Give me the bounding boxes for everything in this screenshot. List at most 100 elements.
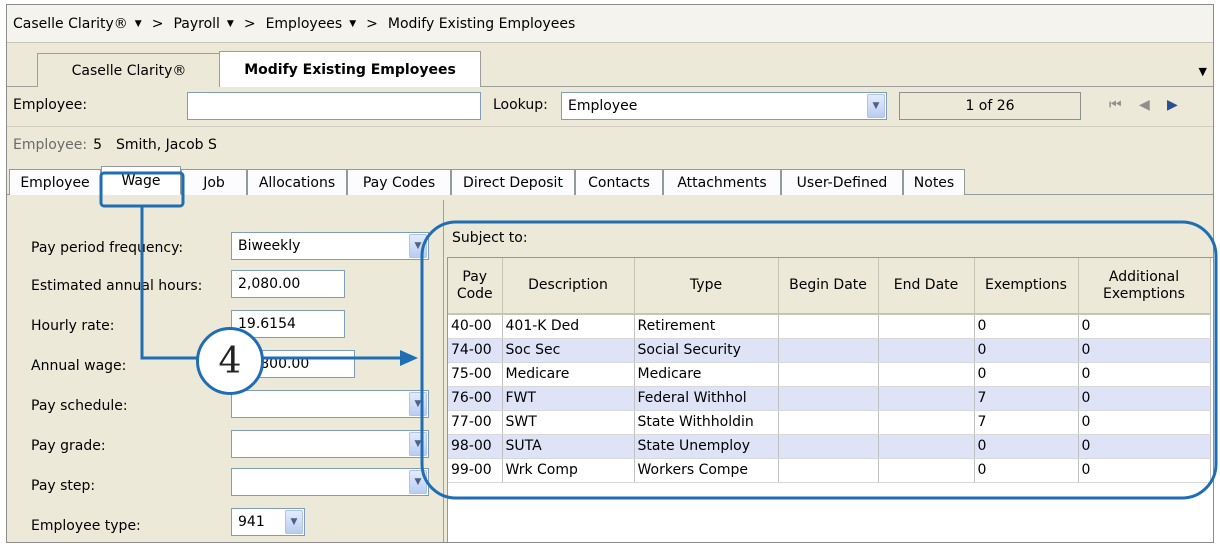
cell-exemptions[interactable]: 0: [974, 362, 1079, 387]
table-row[interactable]: 40-00 401-K Ded Retirement 0 0: [448, 314, 1211, 339]
tab-modify-existing-employees[interactable]: Modify Existing Employees: [219, 51, 481, 87]
cell-additional-exemptions[interactable]: 0: [1078, 458, 1211, 483]
table-row[interactable]: 76-00 FWT Federal Withhol 7 0: [448, 386, 1211, 411]
cell-exemptions[interactable]: 7: [974, 410, 1079, 435]
cell-exemptions[interactable]: 7: [974, 386, 1079, 411]
chevron-down-icon[interactable]: ▼: [409, 392, 427, 416]
chevron-down-icon[interactable]: ▼: [867, 94, 885, 118]
cell-type[interactable]: Workers Compe: [634, 458, 779, 483]
cell-pay-code[interactable]: 40-00: [448, 314, 503, 339]
breadcrumb-item-payroll[interactable]: Payroll: [173, 16, 219, 32]
first-record-icon[interactable]: ⏮: [1109, 97, 1122, 113]
chevron-down-icon[interactable]: ▼: [409, 470, 427, 494]
table-row[interactable]: 74-00 Soc Sec Social Security 0 0: [448, 338, 1211, 363]
cell-begin-date[interactable]: [778, 362, 879, 387]
column-end-date[interactable]: End Date: [878, 258, 975, 315]
cell-type[interactable]: Retirement: [634, 314, 779, 339]
chevron-down-icon[interactable]: ▼: [349, 19, 356, 29]
tab-employee[interactable]: Employee: [9, 169, 101, 195]
tab-notes[interactable]: Notes: [903, 169, 965, 195]
chevron-down-icon[interactable]: ▼: [227, 19, 234, 29]
cell-description[interactable]: SWT: [502, 410, 635, 435]
cell-additional-exemptions[interactable]: 0: [1078, 314, 1211, 339]
next-record-icon[interactable]: ▶: [1167, 97, 1178, 113]
cell-begin-date[interactable]: [778, 386, 879, 411]
pay-period-frequency-select[interactable]: Biweekly ▼: [231, 232, 429, 260]
column-type[interactable]: Type: [634, 258, 779, 315]
cell-pay-code[interactable]: 75-00: [448, 362, 503, 387]
cell-additional-exemptions[interactable]: 0: [1078, 410, 1211, 435]
cell-exemptions[interactable]: 0: [974, 434, 1079, 459]
cell-end-date[interactable]: [878, 314, 975, 339]
cell-end-date[interactable]: [878, 362, 975, 387]
chevron-down-icon[interactable]: ▼: [409, 432, 427, 456]
cell-pay-code[interactable]: 99-00: [448, 458, 503, 483]
cell-begin-date[interactable]: [778, 410, 879, 435]
chevron-down-icon[interactable]: ▼: [285, 510, 303, 534]
cell-description[interactable]: FWT: [502, 386, 635, 411]
cell-type[interactable]: Social Security: [634, 338, 779, 363]
breadcrumb-item-employees[interactable]: Employees: [266, 16, 343, 32]
table-row[interactable]: 77-00 SWT State Withholdin 7 0: [448, 410, 1211, 435]
table-row[interactable]: 75-00 Medicare Medicare 0 0: [448, 362, 1211, 387]
cell-end-date[interactable]: [878, 410, 975, 435]
previous-record-icon[interactable]: ◀: [1139, 97, 1150, 113]
cell-additional-exemptions[interactable]: 0: [1078, 434, 1211, 459]
employee-input[interactable]: [187, 92, 481, 120]
cell-pay-code[interactable]: 74-00: [448, 338, 503, 363]
cell-exemptions[interactable]: 0: [974, 458, 1079, 483]
pay-grade-select[interactable]: ▼: [231, 430, 429, 458]
cell-begin-date[interactable]: [778, 338, 879, 363]
cell-type[interactable]: Medicare: [634, 362, 779, 387]
cell-additional-exemptions[interactable]: 0: [1078, 338, 1211, 363]
tab-overflow-icon[interactable]: ▼: [1199, 65, 1207, 78]
estimated-annual-hours-input[interactable]: 2,080.00: [231, 270, 345, 298]
cell-begin-date[interactable]: [778, 314, 879, 339]
cell-end-date[interactable]: [878, 458, 975, 483]
cell-pay-code[interactable]: 77-00: [448, 410, 503, 435]
column-begin-date[interactable]: Begin Date: [778, 258, 879, 315]
column-exemptions[interactable]: Exemptions: [974, 258, 1079, 315]
breadcrumb-item-modify-existing-employees[interactable]: Modify Existing Employees: [388, 16, 575, 32]
cell-description[interactable]: SUTA: [502, 434, 635, 459]
pay-step-select[interactable]: ▼: [231, 468, 429, 496]
tab-user-defined[interactable]: User-Defined: [781, 169, 903, 195]
cell-description[interactable]: Soc Sec: [502, 338, 635, 363]
cell-type[interactable]: State Unemploy: [634, 434, 779, 459]
cell-type[interactable]: Federal Withhol: [634, 386, 779, 411]
cell-exemptions[interactable]: 0: [974, 338, 1079, 363]
tab-job[interactable]: Job: [181, 169, 247, 195]
tab-pay-codes[interactable]: Pay Codes: [347, 169, 451, 195]
table-row[interactable]: 98-00 SUTA State Unemploy 0 0: [448, 434, 1211, 459]
cell-exemptions[interactable]: 0: [974, 314, 1079, 339]
cell-type[interactable]: State Withholdin: [634, 410, 779, 435]
cell-begin-date[interactable]: [778, 458, 879, 483]
cell-end-date[interactable]: [878, 338, 975, 363]
column-pay-code[interactable]: Pay Code: [448, 258, 503, 315]
cell-description[interactable]: Wrk Comp: [502, 458, 635, 483]
chevron-down-icon[interactable]: ▼: [135, 19, 142, 29]
tab-attachments[interactable]: Attachments: [663, 169, 781, 195]
column-description[interactable]: Description: [502, 258, 635, 315]
chevron-down-icon[interactable]: ▼: [409, 234, 427, 258]
pay-schedule-select[interactable]: ▼: [231, 390, 429, 418]
cell-description[interactable]: 401-K Ded: [502, 314, 635, 339]
cell-description[interactable]: Medicare: [502, 362, 635, 387]
cell-additional-exemptions[interactable]: 0: [1078, 386, 1211, 411]
lookup-select[interactable]: Employee ▼: [561, 92, 887, 120]
cell-pay-code[interactable]: 98-00: [448, 434, 503, 459]
cell-end-date[interactable]: [878, 434, 975, 459]
employee-type-select[interactable]: 941 ▼: [231, 508, 305, 536]
tab-allocations[interactable]: Allocations: [247, 169, 347, 195]
breadcrumb-item-caselle[interactable]: Caselle Clarity®: [13, 16, 128, 32]
cell-begin-date[interactable]: [778, 434, 879, 459]
cell-end-date[interactable]: [878, 386, 975, 411]
column-additional-exemptions[interactable]: Additional Exemptions: [1078, 258, 1211, 315]
tab-direct-deposit[interactable]: Direct Deposit: [451, 169, 575, 195]
cell-pay-code[interactable]: 76-00: [448, 386, 503, 411]
tab-wage[interactable]: Wage: [101, 166, 181, 195]
table-row[interactable]: 99-00 Wrk Comp Workers Compe 0 0: [448, 458, 1211, 483]
tab-caselle-clarity[interactable]: Caselle Clarity®: [37, 53, 221, 87]
cell-additional-exemptions[interactable]: 0: [1078, 362, 1211, 387]
tab-contacts[interactable]: Contacts: [575, 169, 663, 195]
